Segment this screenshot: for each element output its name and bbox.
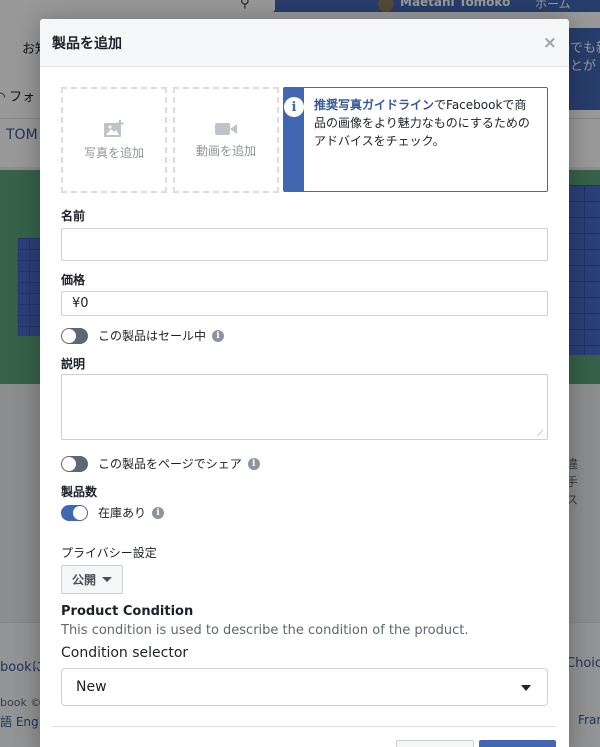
add-photo-button[interactable]: 写真を追加 bbox=[61, 87, 167, 193]
video-camera-icon bbox=[215, 122, 237, 135]
in-stock-label: 在庫あり bbox=[98, 506, 147, 520]
save-button[interactable] bbox=[479, 740, 556, 747]
name-field[interactable] bbox=[61, 228, 548, 261]
tip-text: 推奨写真ガイドラインでFacebookで商品の画像をより魅力なものにするためのア… bbox=[304, 88, 547, 191]
privacy-value: 公開 bbox=[72, 573, 97, 587]
add-video-label: 動画を追加 bbox=[195, 143, 256, 158]
condition-value: New bbox=[76, 679, 107, 695]
in-stock-toggle-row: 在庫あり i bbox=[61, 504, 165, 521]
add-video-button[interactable]: 動画を追加 bbox=[173, 87, 279, 193]
info-icon[interactable]: i bbox=[247, 457, 260, 470]
inventory-label: 製品数 bbox=[61, 485, 98, 499]
cancel-button[interactable] bbox=[396, 740, 474, 747]
info-icon[interactable]: i bbox=[152, 506, 165, 519]
info-icon: i bbox=[284, 97, 304, 117]
name-label: 名前 bbox=[61, 209, 86, 223]
resize-handle-icon[interactable]: ⟋ bbox=[537, 429, 543, 439]
dialog-header: 製品を追加 × bbox=[40, 19, 569, 67]
media-upload-row: 写真を追加 動画を追加 bbox=[61, 87, 279, 193]
tip-icon-bar: i bbox=[284, 88, 304, 191]
close-icon[interactable]: × bbox=[543, 33, 557, 53]
caret-down-icon bbox=[102, 577, 113, 582]
sale-toggle[interactable] bbox=[61, 327, 88, 344]
add-photo-icon bbox=[104, 119, 124, 137]
condition-selector-label: Condition selector bbox=[61, 645, 189, 661]
share-toggle-row: この製品をページでシェア i bbox=[61, 455, 260, 472]
sale-toggle-row: この製品はセール中 i bbox=[61, 327, 225, 344]
dialog-title: 製品を追加 bbox=[52, 35, 122, 52]
photo-guideline-tip: i 推奨写真ガイドラインでFacebookで商品の画像をより魅力なものにするため… bbox=[283, 87, 548, 192]
add-product-dialog: 製品を追加 × 写真を追加 動画を追加 i 推奨写真ガイドラインでFaceboo… bbox=[40, 19, 569, 747]
condition-description: This condition is used to describe the c… bbox=[61, 623, 469, 638]
sale-toggle-label: この製品はセール中 bbox=[98, 329, 207, 343]
price-field[interactable]: ¥0 bbox=[61, 291, 548, 316]
privacy-dropdown[interactable]: 公開 bbox=[61, 565, 124, 594]
condition-title: Product Condition bbox=[61, 604, 194, 619]
privacy-label: プライバシー設定 bbox=[61, 546, 157, 560]
info-icon[interactable]: i bbox=[212, 329, 225, 342]
price-label: 価格 bbox=[61, 273, 86, 287]
share-toggle-label: この製品をページでシェア bbox=[98, 457, 242, 471]
description-label: 説明 bbox=[61, 357, 86, 371]
in-stock-toggle[interactable] bbox=[61, 504, 88, 521]
condition-select[interactable]: New bbox=[61, 668, 548, 706]
add-photo-label: 写真を追加 bbox=[83, 145, 144, 160]
footer-divider bbox=[52, 726, 556, 727]
share-toggle[interactable] bbox=[61, 455, 88, 472]
caret-down-icon bbox=[521, 685, 531, 691]
guideline-link[interactable]: 推奨写真ガイドライン bbox=[314, 98, 434, 112]
description-textarea[interactable] bbox=[61, 374, 548, 440]
